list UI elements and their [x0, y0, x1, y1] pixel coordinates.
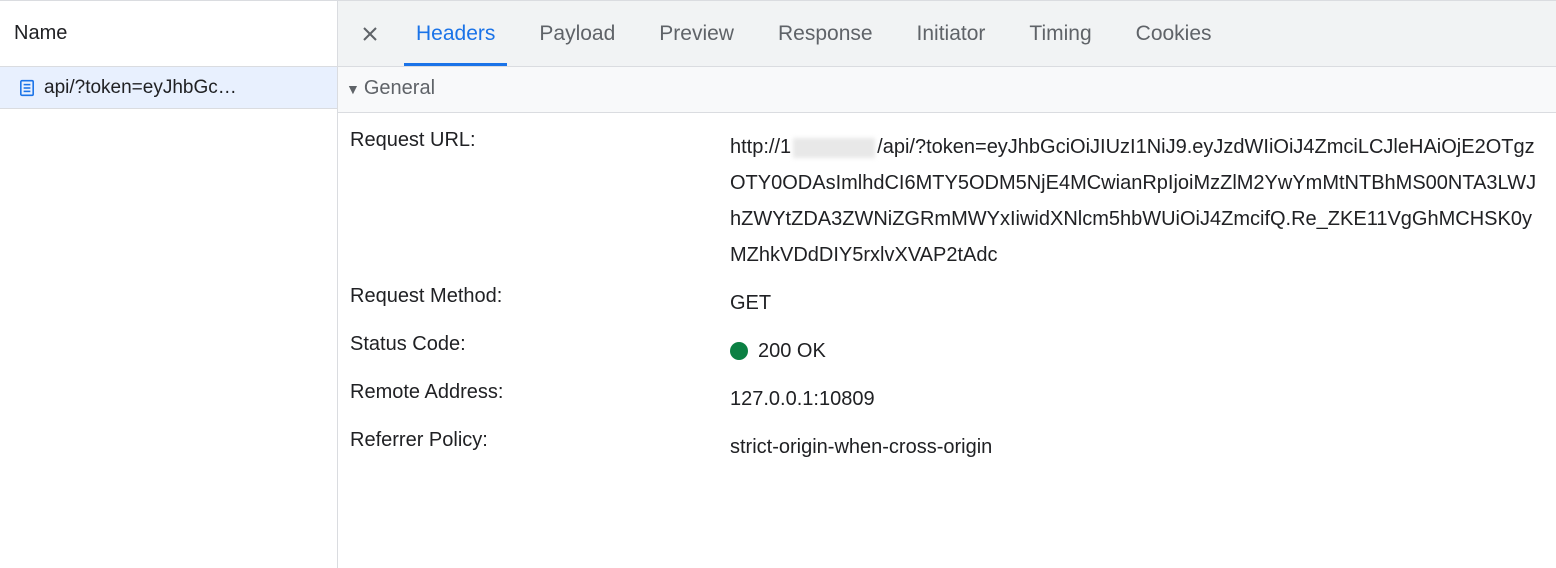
headers-content: ▼ General Request URL: http://1/api/?tok…	[338, 67, 1556, 568]
referrer-policy-value: strict-origin-when-cross-origin	[730, 429, 1546, 465]
general-list: Request URL: http://1/api/?token=eyJhbGc…	[338, 113, 1556, 483]
request-name: api/?token=eyJhbGc…	[44, 77, 237, 99]
status-dot-icon	[730, 342, 748, 360]
status-code-label: Status Code:	[350, 333, 730, 356]
request-url-label: Request URL:	[350, 129, 730, 152]
close-details-button[interactable]	[346, 1, 394, 66]
tab-headers[interactable]: Headers	[394, 1, 517, 66]
document-icon	[18, 79, 36, 97]
referrer-policy-label: Referrer Policy:	[350, 429, 730, 452]
request-method-row: Request Method: GET	[350, 279, 1546, 327]
general-section-title: General	[364, 77, 435, 100]
close-icon	[361, 25, 379, 43]
tab-response[interactable]: Response	[756, 1, 895, 66]
tab-preview[interactable]: Preview	[637, 1, 756, 66]
details-panel: Headers Payload Preview Response Initiat…	[338, 1, 1556, 568]
tab-payload[interactable]: Payload	[517, 1, 637, 66]
remote-address-value: 127.0.0.1:10809	[730, 381, 1546, 417]
request-row[interactable]: api/?token=eyJhbGc…	[0, 67, 337, 109]
request-method-label: Request Method:	[350, 285, 730, 308]
status-code-row: Status Code: 200 OK	[350, 327, 1546, 375]
request-method-value: GET	[730, 285, 1546, 321]
tab-cookies[interactable]: Cookies	[1114, 1, 1234, 66]
general-section-toggle[interactable]: ▼ General	[338, 67, 1556, 113]
tab-initiator[interactable]: Initiator	[895, 1, 1008, 66]
redacted-host	[793, 138, 875, 158]
status-code-value: 200 OK	[730, 333, 1546, 369]
remote-address-row: Remote Address: 127.0.0.1:10809	[350, 375, 1546, 423]
request-url-row: Request URL: http://1/api/?token=eyJhbGc…	[350, 123, 1546, 279]
referrer-policy-row: Referrer Policy: strict-origin-when-cros…	[350, 423, 1546, 471]
remote-address-label: Remote Address:	[350, 381, 730, 404]
tabs-bar: Headers Payload Preview Response Initiat…	[338, 1, 1556, 67]
name-column-header: Name	[0, 1, 337, 67]
tab-timing[interactable]: Timing	[1007, 1, 1113, 66]
request-list-panel: Name api/?token=eyJhbGc…	[0, 1, 338, 568]
triangle-down-icon: ▼	[346, 81, 360, 97]
request-url-value: http://1/api/?token=eyJhbGciOiJIUzI1NiJ9…	[730, 129, 1546, 273]
